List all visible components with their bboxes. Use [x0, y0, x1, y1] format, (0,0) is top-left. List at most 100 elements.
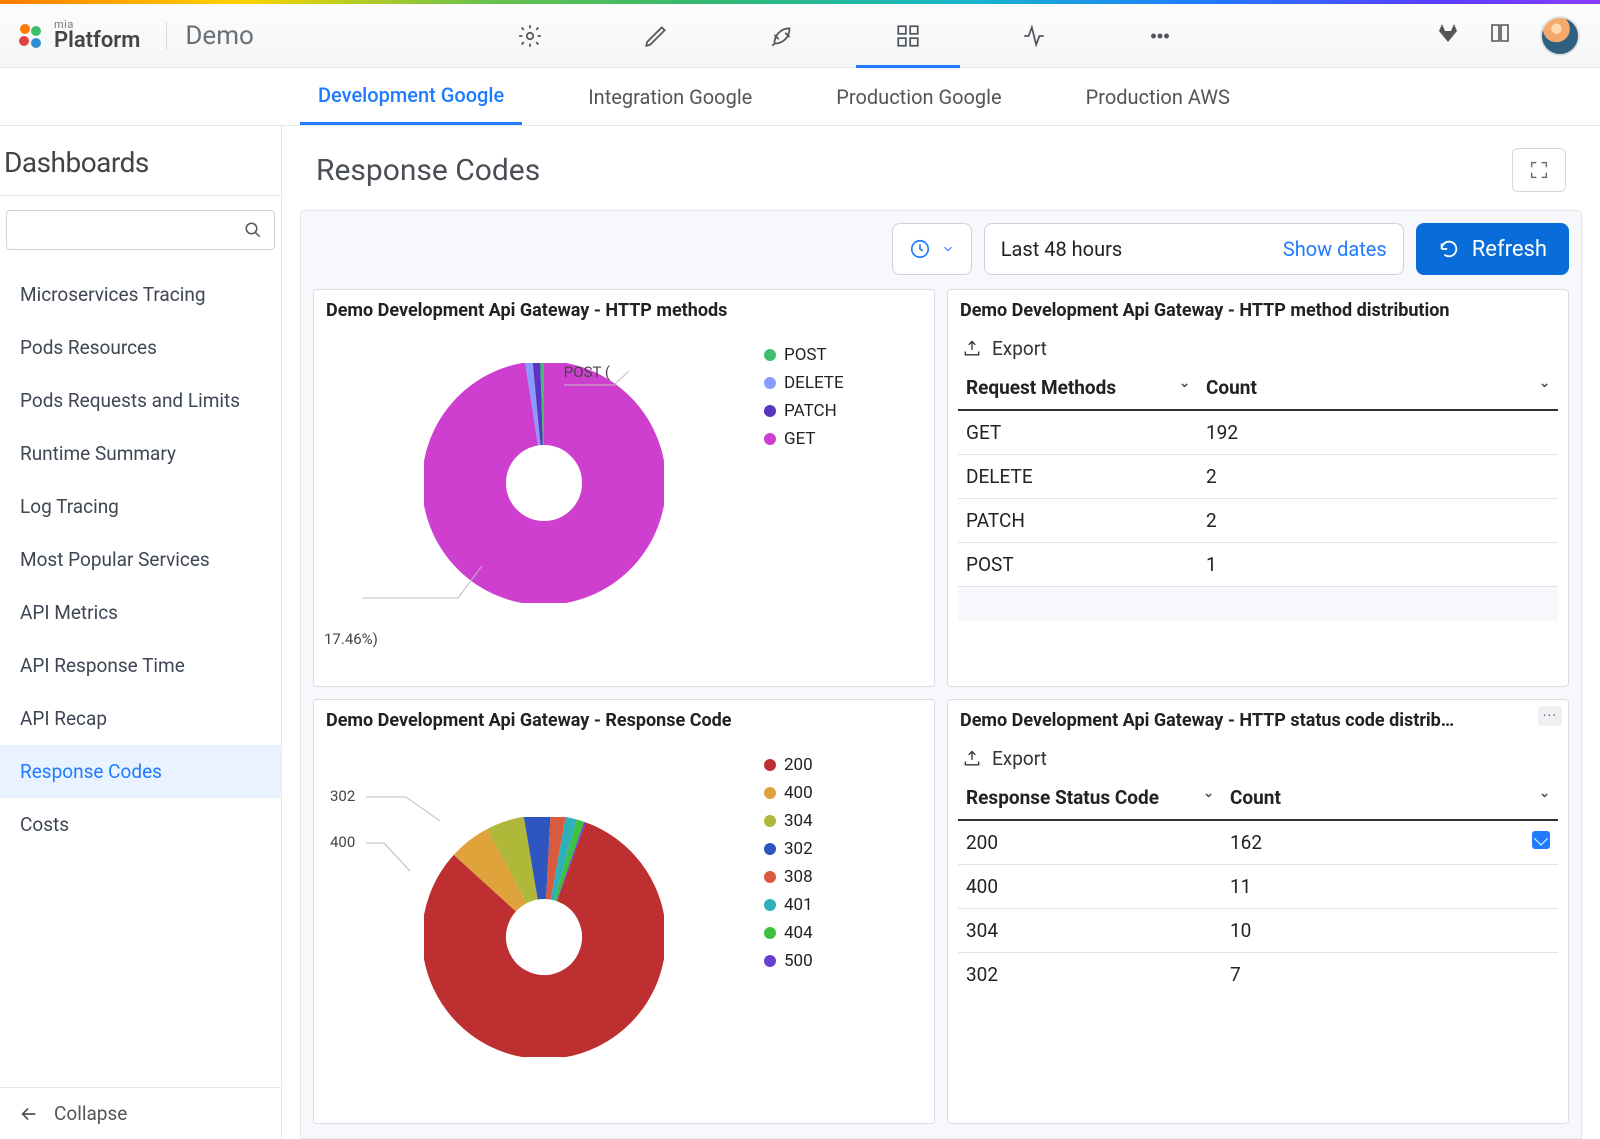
panel-status-code-table: ∙∙∙ Demo Development Api Gateway - HTTP …	[947, 699, 1569, 1124]
table-row[interactable]: POST1	[958, 543, 1558, 587]
donut-annot-pct: 17.46%)	[324, 630, 378, 648]
legend-dot	[764, 405, 776, 417]
sidebar-item-runtime-summary[interactable]: Runtime Summary	[0, 427, 281, 480]
env-tab-dev[interactable]: Development Google	[300, 68, 522, 125]
table-row[interactable]: 200162	[958, 820, 1558, 865]
brand-main: Platform	[54, 30, 140, 52]
brand-divider	[166, 22, 167, 50]
panel-title: Demo Development Api Gateway - HTTP meth…	[314, 290, 934, 327]
refresh-button[interactable]: Refresh	[1416, 223, 1569, 275]
legend-item-get[interactable]: GET	[764, 425, 924, 453]
show-dates-link[interactable]: Show dates	[1283, 237, 1387, 261]
export-button[interactable]: Export	[958, 333, 1558, 366]
time-controls: Last 48 hours Show dates Refresh	[313, 223, 1569, 275]
legend-dot	[764, 899, 776, 911]
callout-line	[366, 837, 466, 887]
project-name[interactable]: Demo	[185, 21, 253, 51]
book-icon[interactable]	[1488, 21, 1512, 50]
panel-response-code-donut: Demo Development Api Gateway - Response …	[313, 699, 935, 1124]
logo-icon	[16, 21, 46, 51]
legend-label: 308	[784, 867, 813, 887]
panel-title: Demo Development Api Gateway - Response …	[314, 700, 934, 737]
refresh-icon	[1438, 238, 1460, 260]
panel-menu-icon[interactable]: ∙∙∙	[1538, 706, 1562, 726]
donut-annot-post: POST (	[564, 363, 610, 381]
legend-label: PATCH	[784, 401, 837, 421]
collapse-button[interactable]: Collapse	[0, 1087, 281, 1139]
legend-item-patch[interactable]: PATCH	[764, 397, 924, 425]
env-tab-prod-google[interactable]: Production Google	[818, 68, 1019, 125]
table-row[interactable]: 40011	[958, 865, 1558, 909]
table-row[interactable]: DELETE2	[958, 455, 1558, 499]
legend-item-308[interactable]: 308	[764, 863, 924, 891]
sidebar-item-costs[interactable]: Costs	[0, 798, 281, 851]
sidebar-item-microservices-tracing[interactable]: Microservices Tracing	[0, 268, 281, 321]
legend-item-500[interactable]: 500	[764, 947, 924, 975]
more-icon[interactable]	[1138, 6, 1182, 66]
sidebar-item-api-response-time[interactable]: API Response Time	[0, 639, 281, 692]
sidebar-item-most-popular-services[interactable]: Most Popular Services	[0, 533, 281, 586]
legend-label: 404	[784, 923, 813, 943]
env-tab-prod-aws[interactable]: Production AWS	[1068, 68, 1248, 125]
sidebar-item-api-recap[interactable]: API Recap	[0, 692, 281, 745]
fullscreen-button[interactable]	[1512, 148, 1566, 192]
panel-http-methods-donut: Demo Development Api Gateway - HTTP meth…	[313, 289, 935, 687]
legend-item-401[interactable]: 401	[764, 891, 924, 919]
sidebar-item-pods-resources[interactable]: Pods Resources	[0, 321, 281, 374]
col-count[interactable]: Count⌄	[1198, 366, 1558, 410]
legend-dot	[764, 433, 776, 445]
col-method[interactable]: Request Methods⌄	[958, 366, 1198, 410]
legend-item-302[interactable]: 302	[764, 835, 924, 863]
sidebar-search[interactable]	[6, 210, 275, 250]
expand-badge[interactable]	[1532, 831, 1550, 849]
legend-item-200[interactable]: 200	[764, 751, 924, 779]
table-row[interactable]: 30410	[958, 909, 1558, 953]
donut-annot-400: 400	[330, 833, 355, 851]
panel-title: Demo Development Api Gateway - HTTP stat…	[948, 700, 1568, 737]
table-row[interactable]: 3027	[958, 953, 1558, 997]
sidebar-item-api-metrics[interactable]: API Metrics	[0, 586, 281, 639]
legend-item-304[interactable]: 304	[764, 807, 924, 835]
deploy-icon[interactable]	[760, 6, 804, 66]
avatar[interactable]	[1540, 16, 1580, 56]
legend-label: 500	[784, 951, 813, 971]
brand-logo[interactable]: mia Platform	[16, 19, 140, 52]
legend-dot	[764, 871, 776, 883]
chevron-down-icon	[941, 242, 955, 256]
sidebar-item-pods-requests-and-limits[interactable]: Pods Requests and Limits	[0, 374, 281, 427]
export-button[interactable]: Export	[958, 743, 1558, 776]
gitlab-icon[interactable]	[1436, 21, 1460, 50]
legend-dot	[764, 787, 776, 799]
time-range[interactable]: Last 48 hours Show dates	[984, 223, 1404, 275]
legend-item-post[interactable]: POST	[764, 341, 924, 369]
table-row[interactable]: GET192	[958, 410, 1558, 455]
donut-annot-302: 302	[330, 787, 355, 805]
env-tab-int[interactable]: Integration Google	[570, 68, 770, 125]
legend-dot	[764, 349, 776, 361]
panel-http-methods-table: Demo Development Api Gateway - HTTP meth…	[947, 289, 1569, 687]
dashboards-icon[interactable]	[886, 6, 930, 66]
sidebar-item-response-codes[interactable]: Response Codes	[0, 745, 281, 798]
legend-dot	[764, 815, 776, 827]
legend-dot	[764, 927, 776, 939]
legend-item-400[interactable]: 400	[764, 779, 924, 807]
legend-item-delete[interactable]: DELETE	[764, 369, 924, 397]
panel-title: Demo Development Api Gateway - HTTP meth…	[948, 290, 1568, 327]
col-status[interactable]: Response Status Code⌄	[958, 776, 1222, 820]
legend-label: GET	[784, 429, 816, 449]
col-count[interactable]: Count⌄	[1222, 776, 1558, 820]
time-picker-quick[interactable]	[892, 223, 972, 275]
settings-icon[interactable]	[508, 6, 552, 66]
edit-icon[interactable]	[634, 6, 678, 66]
table-row[interactable]: PATCH2	[958, 499, 1558, 543]
top-nav	[266, 6, 1424, 66]
activity-icon[interactable]	[1012, 6, 1056, 66]
legend-dot	[764, 377, 776, 389]
collapse-label: Collapse	[54, 1102, 127, 1125]
legend-dot	[764, 843, 776, 855]
export-icon	[962, 339, 982, 359]
legend-label: DELETE	[784, 373, 844, 393]
sidebar-item-log-tracing[interactable]: Log Tracing	[0, 480, 281, 533]
legend-item-404[interactable]: 404	[764, 919, 924, 947]
env-tabs: Development Google Integration Google Pr…	[0, 68, 1600, 126]
